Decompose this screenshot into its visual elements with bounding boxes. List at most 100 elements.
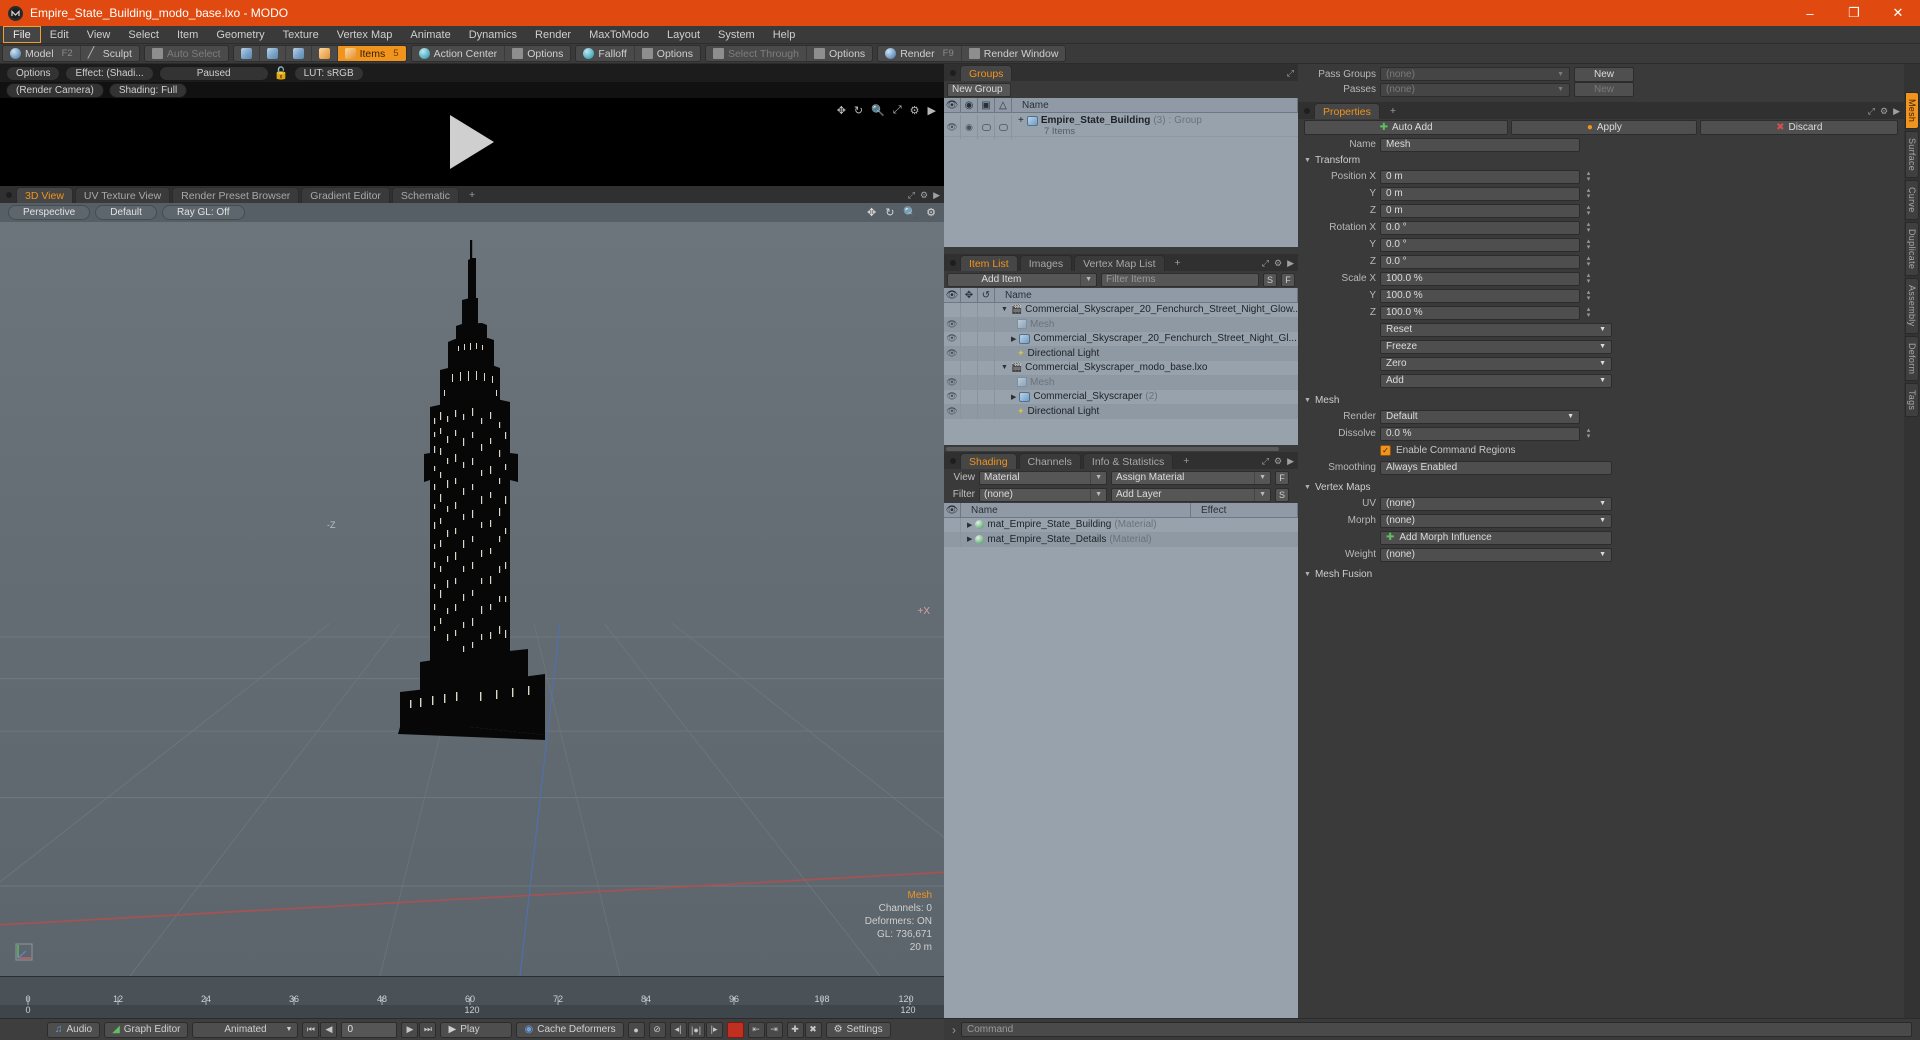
add-key-icon[interactable]: ✚ bbox=[786, 1021, 804, 1038]
menu-item-edit[interactable]: Edit bbox=[41, 26, 78, 43]
chevron-right-icon[interactable]: ▶ bbox=[928, 104, 936, 117]
chevron-down-icon[interactable]: ▼ bbox=[1254, 488, 1266, 501]
new-group-button[interactable]: New Group bbox=[947, 82, 1011, 97]
edges-mode-button[interactable] bbox=[260, 46, 286, 61]
item-expand-toggle[interactable]: ▶ bbox=[1011, 393, 1016, 401]
pass-groups-dropdown[interactable]: (none) ▼ bbox=[1380, 67, 1570, 81]
item-move-toggle[interactable] bbox=[961, 389, 978, 404]
panel-gear-icon[interactable]: ⚙ bbox=[920, 190, 928, 201]
item-move-toggle[interactable] bbox=[961, 404, 978, 419]
shading-gear-icon[interactable]: ⚙ bbox=[1274, 456, 1282, 467]
move-icon[interactable]: ✥ bbox=[837, 104, 846, 117]
rotation-x-field[interactable]: 0.0 ° bbox=[1380, 220, 1580, 235]
rotate-icon[interactable]: ↻ bbox=[854, 104, 863, 117]
expand-toggle[interactable]: + bbox=[1018, 115, 1024, 126]
vtab-duplicate[interactable]: Duplicate bbox=[1905, 221, 1919, 277]
item-list-body[interactable]: ▼ 🎬 Commercial_Skyscraper_20_Fenchurch_S… bbox=[944, 303, 1298, 445]
vertices-mode-button[interactable] bbox=[234, 46, 260, 61]
rotation-x-stepper[interactable]: ▴ ▾ bbox=[1584, 221, 1593, 234]
item-axis-toggle[interactable] bbox=[978, 303, 995, 317]
pass-groups-new-button[interactable]: New bbox=[1574, 66, 1634, 82]
jump-last-key-icon[interactable]: ⇥ bbox=[765, 1021, 783, 1038]
scale-y-stepper[interactable]: ▴ ▾ bbox=[1584, 289, 1593, 302]
shading-name-cell[interactable]: ▶ mat_Empire_State_Details (Material) bbox=[961, 534, 1191, 545]
row-eye-toggle[interactable]: 👁 bbox=[944, 115, 961, 139]
step-forward-icon[interactable]: ▶ bbox=[401, 1021, 419, 1038]
chevron-down-icon[interactable]: ▼ bbox=[1080, 273, 1092, 286]
properties-panel-menu-dot[interactable] bbox=[1304, 108, 1310, 114]
col-name-header[interactable]: Name bbox=[1012, 97, 1298, 113]
item-move-toggle[interactable] bbox=[961, 317, 978, 332]
maximize-panel-icon[interactable]: ⤢ bbox=[908, 190, 915, 201]
item-axis-toggle[interactable] bbox=[978, 331, 995, 346]
preview-options-button[interactable]: Options bbox=[6, 65, 61, 81]
shading-list-body[interactable]: ▶ mat_Empire_State_Building (Material) ▶… bbox=[944, 518, 1298, 1018]
shading-expand-toggle[interactable]: ▶ bbox=[967, 535, 972, 543]
rotation-z-field[interactable]: 0.0 ° bbox=[1380, 254, 1580, 269]
tab-vertex-map-list[interactable]: Vertex Map List bbox=[1074, 255, 1165, 271]
weight-dropdown[interactable]: (none) ▼ bbox=[1380, 547, 1612, 562]
viewport-zoom-icon[interactable]: 🔍 bbox=[903, 206, 917, 219]
item-list-maximize-icon[interactable]: ⤢ bbox=[1262, 258, 1269, 269]
vertex-maps-section-header[interactable]: ▼ Vertex Maps bbox=[1298, 480, 1904, 495]
add-morph-influence-button[interactable]: ✚ Add Morph Influence bbox=[1380, 530, 1612, 545]
item-name-cell[interactable]: ▶ Commercial_Skyscraper_20_Fenchurch_Str… bbox=[995, 333, 1298, 344]
preview-effect-dropdown[interactable]: Effect: (Shadi... bbox=[65, 65, 154, 81]
menu-item-geometry[interactable]: Geometry bbox=[207, 26, 273, 43]
item-axis-toggle[interactable] bbox=[978, 375, 995, 390]
transform-twirl-icon[interactable]: ▼ bbox=[1304, 157, 1311, 164]
play-button[interactable]: ▶ Play bbox=[440, 1021, 513, 1038]
auto-add-button[interactable]: ✚ Auto Add bbox=[1304, 120, 1509, 135]
apply-button[interactable]: ● Apply bbox=[1511, 120, 1698, 135]
shading-col-effect-header[interactable]: Effect bbox=[1191, 502, 1298, 518]
tab-images[interactable]: Images bbox=[1019, 255, 1073, 271]
mesh-dissolve-field[interactable]: 0.0 % bbox=[1380, 426, 1580, 441]
col-lock-icon[interactable]: △ bbox=[995, 97, 1012, 113]
chevron-down-icon[interactable]: ▼ bbox=[1599, 326, 1606, 333]
item-move-toggle[interactable] bbox=[961, 360, 978, 375]
item-list-scrollbar[interactable] bbox=[944, 445, 1298, 452]
properties-gear-icon[interactable]: ⚙ bbox=[1880, 106, 1888, 117]
tab-properties[interactable]: Properties bbox=[1314, 103, 1380, 119]
item-eye-toggle[interactable] bbox=[944, 303, 961, 317]
select-through-button[interactable]: Select Through bbox=[706, 46, 807, 61]
viewport-move-icon[interactable]: ✥ bbox=[867, 206, 876, 219]
item-name-cell[interactable]: Mesh bbox=[995, 377, 1298, 388]
add-layer-dropdown[interactable]: Add Layer ▼ bbox=[1111, 487, 1271, 502]
next-key-icon[interactable]: |▸ bbox=[705, 1021, 723, 1038]
scale-y-field[interactable]: 100.0 % bbox=[1380, 288, 1580, 303]
shading-filter-dropdown[interactable]: (none) ▼ bbox=[979, 487, 1107, 502]
row-name-cell[interactable]: + Empire_State_Building (3) : Group 7 It… bbox=[1012, 115, 1298, 137]
frame-input[interactable]: 0 bbox=[341, 1021, 398, 1038]
menu-item-file[interactable]: File bbox=[3, 26, 41, 43]
tab-item-list[interactable]: Item List bbox=[960, 255, 1018, 271]
tab-add-button[interactable]: + bbox=[461, 187, 483, 203]
add-layer-s-button[interactable]: S bbox=[1275, 487, 1289, 502]
scale-x-stepper[interactable]: ▴ ▾ bbox=[1584, 272, 1593, 285]
viewport-gear-icon[interactable]: ⚙ bbox=[926, 206, 936, 219]
vertex-maps-twirl-icon[interactable]: ▼ bbox=[1304, 484, 1311, 491]
tab-shading[interactable]: Shading bbox=[960, 453, 1017, 469]
position-z-field[interactable]: 0 m bbox=[1380, 203, 1580, 218]
properties-maximize-icon[interactable]: ⤢ bbox=[1868, 106, 1875, 117]
sculpt-mode-button[interactable]: ╱ Sculpt bbox=[81, 46, 139, 61]
item-name-cell[interactable]: ▼ 🎬 Commercial_Skyscraper_20_Fenchurch_S… bbox=[995, 304, 1298, 315]
items-mode-button[interactable]: Items 5 bbox=[337, 46, 406, 61]
item-expand-toggle[interactable]: ▼ bbox=[1001, 364, 1008, 371]
preview-status-button[interactable]: Paused bbox=[158, 65, 269, 81]
command-input[interactable]: Command bbox=[961, 1022, 1912, 1037]
groups-maximize-icon[interactable]: ⤢ bbox=[1287, 68, 1294, 79]
checkbox-checked-icon[interactable]: ✓ bbox=[1380, 445, 1391, 456]
chevron-down-icon[interactable]: ▼ bbox=[1599, 500, 1606, 507]
tab-3d-view[interactable]: 3D View bbox=[16, 187, 73, 203]
menu-item-view[interactable]: View bbox=[78, 26, 120, 43]
chevron-down-icon[interactable]: ▼ bbox=[1090, 488, 1102, 501]
list-item[interactable]: ▶ mat_Empire_State_Details (Material) bbox=[944, 532, 1298, 547]
list-item[interactable]: 👁 Mesh bbox=[944, 375, 1298, 390]
menu-item-render[interactable]: Render bbox=[526, 26, 580, 43]
list-item[interactable]: ▼ 🎬 Commercial_Skyscraper_modo_base.lxo bbox=[944, 360, 1298, 376]
viewport-raygl-dropdown[interactable]: Ray GL: Off bbox=[161, 205, 245, 220]
scale-z-field[interactable]: 100.0 % bbox=[1380, 305, 1580, 320]
chevron-down-icon[interactable]: ▼ bbox=[1254, 471, 1266, 484]
menu-item-maxtomodo[interactable]: MaxToModo bbox=[580, 26, 658, 43]
